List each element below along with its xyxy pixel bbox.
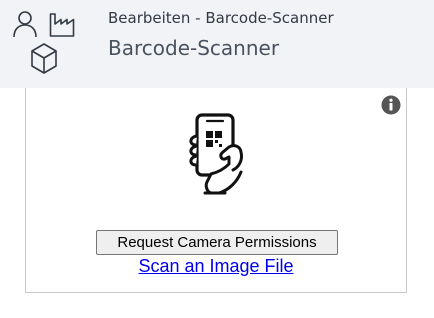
info-icon[interactable] bbox=[381, 95, 401, 115]
request-camera-permissions-button[interactable]: Request Camera Permissions bbox=[96, 230, 338, 255]
box-icon[interactable] bbox=[30, 42, 58, 76]
factory-icon[interactable] bbox=[49, 10, 75, 38]
user-icon[interactable] bbox=[12, 10, 38, 38]
page-title: Barcode-Scanner bbox=[108, 36, 280, 60]
app-header: Bearbeiten - Barcode-Scanner Barcode-Sca… bbox=[0, 0, 434, 88]
barcode-scanner-panel: Request Camera Permissions Scan an Image… bbox=[25, 88, 407, 293]
phone-in-hand-qr-icon bbox=[189, 113, 243, 195]
page-subtitle: Bearbeiten - Barcode-Scanner bbox=[108, 9, 334, 27]
scan-image-file-link[interactable]: Scan an Image File bbox=[26, 256, 406, 277]
